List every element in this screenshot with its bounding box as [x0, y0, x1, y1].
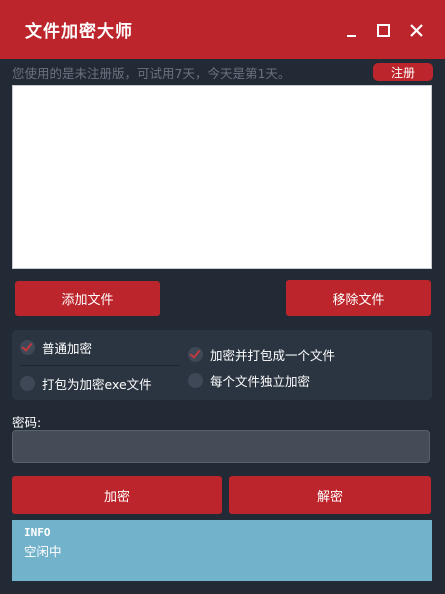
trial-notice: 您使用的是未注册版，可试用7天，今天是第1天。 [12, 66, 291, 81]
option-label: 打包为加密exe文件 [42, 377, 152, 392]
radio-unchecked[interactable] [20, 376, 35, 391]
close-icon [409, 23, 423, 37]
add-file-button[interactable]: 添加文件 [15, 281, 160, 316]
option-pack-exe[interactable]: 打包为加密exe文件 [20, 374, 152, 393]
encrypt-button[interactable]: 加密 [12, 476, 222, 514]
option-label: 每个文件独立加密 [210, 374, 311, 389]
option-label: 加密并打包成一个文件 [210, 348, 336, 363]
option-label: 普通加密 [42, 341, 93, 356]
minimize-icon [346, 34, 356, 37]
file-list[interactable] [12, 85, 432, 269]
info-title: INFO [24, 526, 51, 539]
options-divider [20, 365, 180, 366]
decrypt-button[interactable]: 解密 [229, 476, 431, 514]
radio-checked[interactable] [20, 340, 35, 355]
option-normal-encrypt[interactable]: 普通加密 [20, 338, 92, 357]
maximize-icon [376, 23, 390, 37]
remove-file-button[interactable]: 移除文件 [286, 280, 431, 316]
option-individual[interactable]: 每个文件独立加密 [188, 371, 310, 390]
register-button[interactable]: 注册 [373, 63, 433, 81]
radio-unchecked[interactable] [188, 373, 203, 388]
check-icon [189, 347, 201, 359]
minimize-button[interactable] [339, 18, 363, 42]
check-icon [21, 340, 33, 352]
close-button[interactable] [404, 18, 428, 42]
option-merge-one[interactable]: 加密并打包成一个文件 [188, 345, 335, 364]
title-bar: 文件加密大师 [0, 0, 445, 59]
info-status: 空闲中 [24, 544, 62, 559]
info-panel: INFO 空闲中 [12, 520, 432, 581]
maximize-button[interactable] [371, 18, 395, 42]
password-input[interactable] [12, 430, 430, 463]
radio-checked[interactable] [188, 347, 203, 362]
password-label: 密码: [12, 415, 42, 430]
app-title: 文件加密大师 [25, 22, 133, 42]
